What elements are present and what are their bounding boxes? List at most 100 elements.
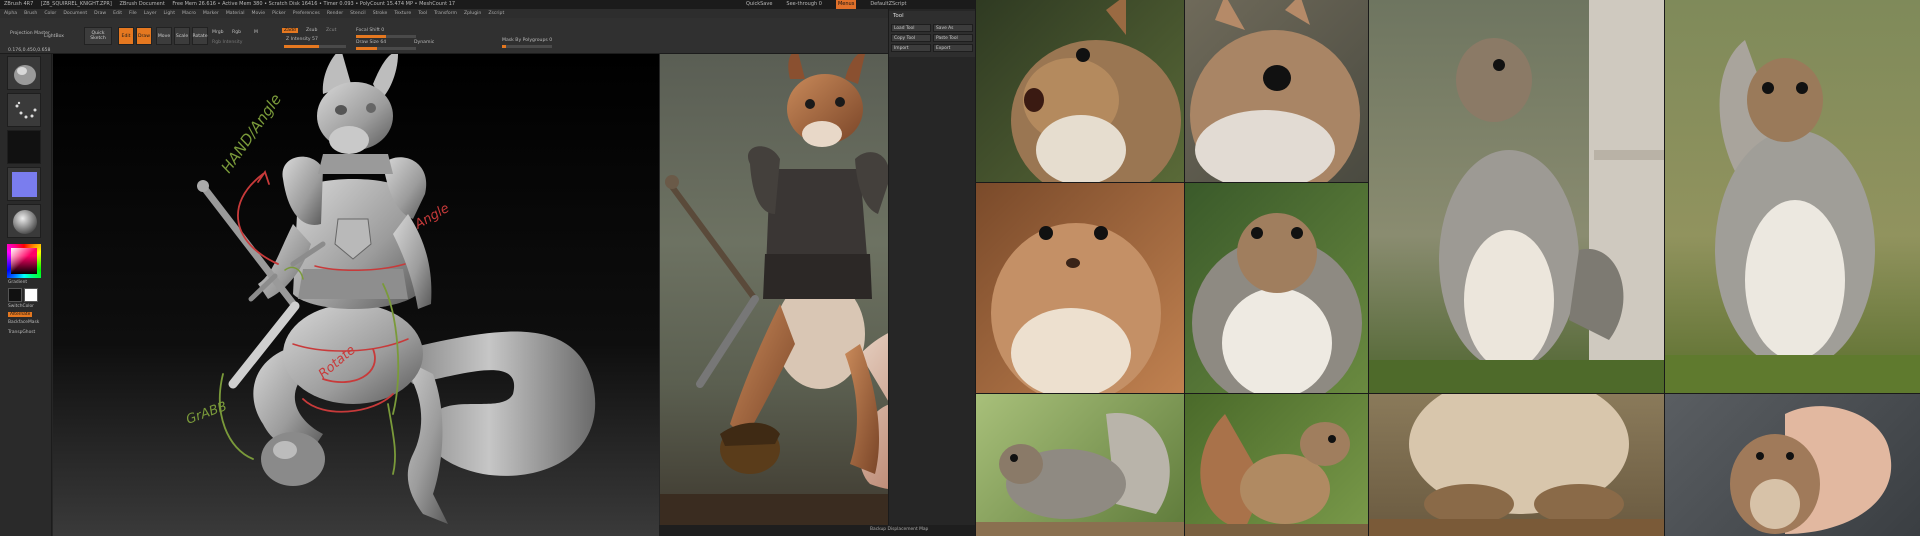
export-button[interactable]: Export xyxy=(933,44,973,52)
quick-sketch-button[interactable]: Quick Sketch xyxy=(84,27,112,45)
menu-item-brush[interactable]: Brush xyxy=(24,11,37,16)
menu-item-picker[interactable]: Picker xyxy=(272,11,286,16)
menu-item-zscript[interactable]: Zscript xyxy=(488,11,504,16)
menu-item-movie[interactable]: Movie xyxy=(251,11,265,16)
scale-button[interactable]: Scale xyxy=(174,27,190,45)
photo-squirrel-front-brown xyxy=(976,183,1184,393)
menu-bar: Alpha Brush Color Document Draw Edit File Layer… xyxy=(0,9,975,18)
stroke-selector[interactable] xyxy=(7,93,41,127)
save-as-button[interactable]: Save As xyxy=(933,24,973,32)
texture-selector[interactable] xyxy=(7,167,41,201)
grab-annotation: GrABB xyxy=(184,399,229,428)
quicksave-button[interactable]: QuickSave xyxy=(746,0,772,9)
alternate-button[interactable]: Alternate xyxy=(8,312,33,317)
coordinates-readout: 0.176,0.450,0.658 xyxy=(8,48,51,53)
draw-size-fill xyxy=(356,47,377,50)
zcut-button[interactable]: Zcut xyxy=(326,28,336,33)
draw-size-label: Draw Size 64 xyxy=(356,40,387,45)
alpha-selector[interactable] xyxy=(7,130,41,164)
menu-item-draw[interactable]: Draw xyxy=(94,11,106,16)
right-tray: Tool Load Tool Save As Copy Tool Paste T… xyxy=(888,9,975,536)
paste-tool-button[interactable]: Paste Tool xyxy=(933,34,973,42)
load-tool-button[interactable]: Load Tool xyxy=(891,24,931,32)
file-name: [ZB_SQUIRREL_KNIGHT.ZPR] xyxy=(40,1,112,7)
status-text: Backup Displacement Map xyxy=(870,527,929,532)
rgb-button[interactable]: Rgb xyxy=(232,30,241,35)
menu-item-preferences[interactable]: Preferences xyxy=(293,11,320,16)
z-intensity-label: Z Intensity 57 xyxy=(286,37,318,42)
photo-squirrel-feet xyxy=(1369,394,1664,536)
photo-squirrel-surprised xyxy=(976,0,1184,182)
gradient-toggle[interactable]: Gradient xyxy=(8,280,27,285)
menu-item-render[interactable]: Render xyxy=(327,11,343,16)
menus-toggle[interactable]: Menus xyxy=(835,0,857,9)
photo-squirrel-in-hand xyxy=(1665,394,1920,536)
menu-item-file[interactable]: File xyxy=(129,11,137,16)
menu-item-macro[interactable]: Macro xyxy=(182,11,196,16)
menu-item-tool[interactable]: Tool xyxy=(418,11,427,16)
move-button[interactable]: Move xyxy=(156,27,172,45)
menu-item-stroke[interactable]: Stroke xyxy=(373,11,388,16)
edit-button[interactable]: Edit xyxy=(118,27,134,45)
memory-info: Free Mem 26.616 • Active Mem 380 • Scrat… xyxy=(172,1,456,7)
z-intensity-slider[interactable] xyxy=(284,45,346,48)
material-sphere-icon xyxy=(13,210,37,234)
document-name: ZBrush Document xyxy=(119,1,165,7)
menu-item-layer[interactable]: Layer xyxy=(144,11,157,16)
dynamic-button[interactable]: Dynamic xyxy=(414,40,434,45)
lightbox-button[interactable]: LightBox xyxy=(44,34,64,39)
photo-squirrel-tail xyxy=(1185,394,1368,536)
menu-item-marker[interactable]: Marker xyxy=(203,11,219,16)
left-shelf: Gradient SwitchColor Alternate BackfaceM… xyxy=(0,54,52,536)
rotate-button[interactable]: Rotate xyxy=(192,27,208,45)
mrgb-button[interactable]: Mrgb xyxy=(212,30,224,35)
zadd-button[interactable]: Zadd xyxy=(282,28,298,33)
rgb-intensity-slider[interactable]: Rgb Intensity xyxy=(212,40,242,45)
focal-shift-fill xyxy=(356,35,386,38)
mask-by-polygroups-label: Mask By Polygroups 0 xyxy=(502,38,553,43)
menu-item-transform[interactable]: Transform xyxy=(434,11,457,16)
menu-item-stencil[interactable]: Stencil xyxy=(350,11,366,16)
squirrel-knight-sculpt: HAND/Angle Angle Rotate GrABB xyxy=(184,54,596,524)
menu-item-light[interactable]: Light xyxy=(164,11,175,16)
m-button[interactable]: M xyxy=(254,30,258,35)
menu-item-material[interactable]: Material xyxy=(226,11,245,16)
menu-item-zplugin[interactable]: Zplugin xyxy=(464,11,481,16)
zbrush-window: ZBrush 4R7 [ZB_SQUIRREL_KNIGHT.ZPR] ZBru… xyxy=(0,0,975,536)
focal-shift-label: Focal Shift 0 xyxy=(356,28,385,33)
default-script-button[interactable]: DefaultZScript xyxy=(870,0,906,9)
menu-item-alpha[interactable]: Alpha xyxy=(4,11,17,16)
menu-item-color[interactable]: Color xyxy=(44,11,56,16)
photo-squirrel-standing-grass xyxy=(1665,0,1920,393)
mask-by-polygroups-fill xyxy=(502,45,506,48)
main-color-swatch[interactable] xyxy=(8,288,22,302)
clay-brush-icon xyxy=(14,65,36,85)
color-picker[interactable] xyxy=(7,244,41,278)
copy-tool-button[interactable]: Copy Tool xyxy=(891,34,931,42)
brush-selector[interactable] xyxy=(7,56,41,90)
draw-button[interactable]: Draw xyxy=(136,27,152,45)
photo-squirrel-standing-porch xyxy=(1369,0,1664,393)
menu-item-document[interactable]: Document xyxy=(63,11,87,16)
texture-swatch xyxy=(12,172,37,197)
menu-item-texture[interactable]: Texture xyxy=(394,11,411,16)
z-intensity-fill xyxy=(284,45,320,48)
switch-color-button[interactable]: SwitchColor xyxy=(8,304,34,309)
zsub-button[interactable]: Zsub xyxy=(306,28,317,33)
backface-mask-button[interactable]: BackfaceMask xyxy=(8,320,39,325)
focal-shift-slider[interactable] xyxy=(356,35,416,38)
mask-by-polygroups-slider[interactable] xyxy=(502,45,552,48)
title-bar: ZBrush 4R7 [ZB_SQUIRREL_KNIGHT.ZPR] ZBru… xyxy=(0,0,975,9)
sculpt-viewport[interactable]: HAND/Angle Angle Rotate GrABB xyxy=(53,54,659,536)
material-selector[interactable] xyxy=(7,204,41,238)
secondary-color-swatch[interactable] xyxy=(24,288,38,302)
photo-squirrel-closeup xyxy=(1185,0,1368,182)
see-through-slider[interactable]: See-through 0 xyxy=(786,0,822,9)
photo-squirrel-side xyxy=(976,394,1184,536)
draw-size-slider[interactable] xyxy=(356,47,416,50)
color-picker-square[interactable] xyxy=(11,248,37,274)
menu-item-edit[interactable]: Edit xyxy=(113,11,122,16)
import-button[interactable]: Import xyxy=(891,44,931,52)
top-toolbar: Projection Master LightBox Quick Sketch … xyxy=(0,18,975,54)
transp-ghost-button[interactable]: TranspGhost xyxy=(8,330,35,335)
